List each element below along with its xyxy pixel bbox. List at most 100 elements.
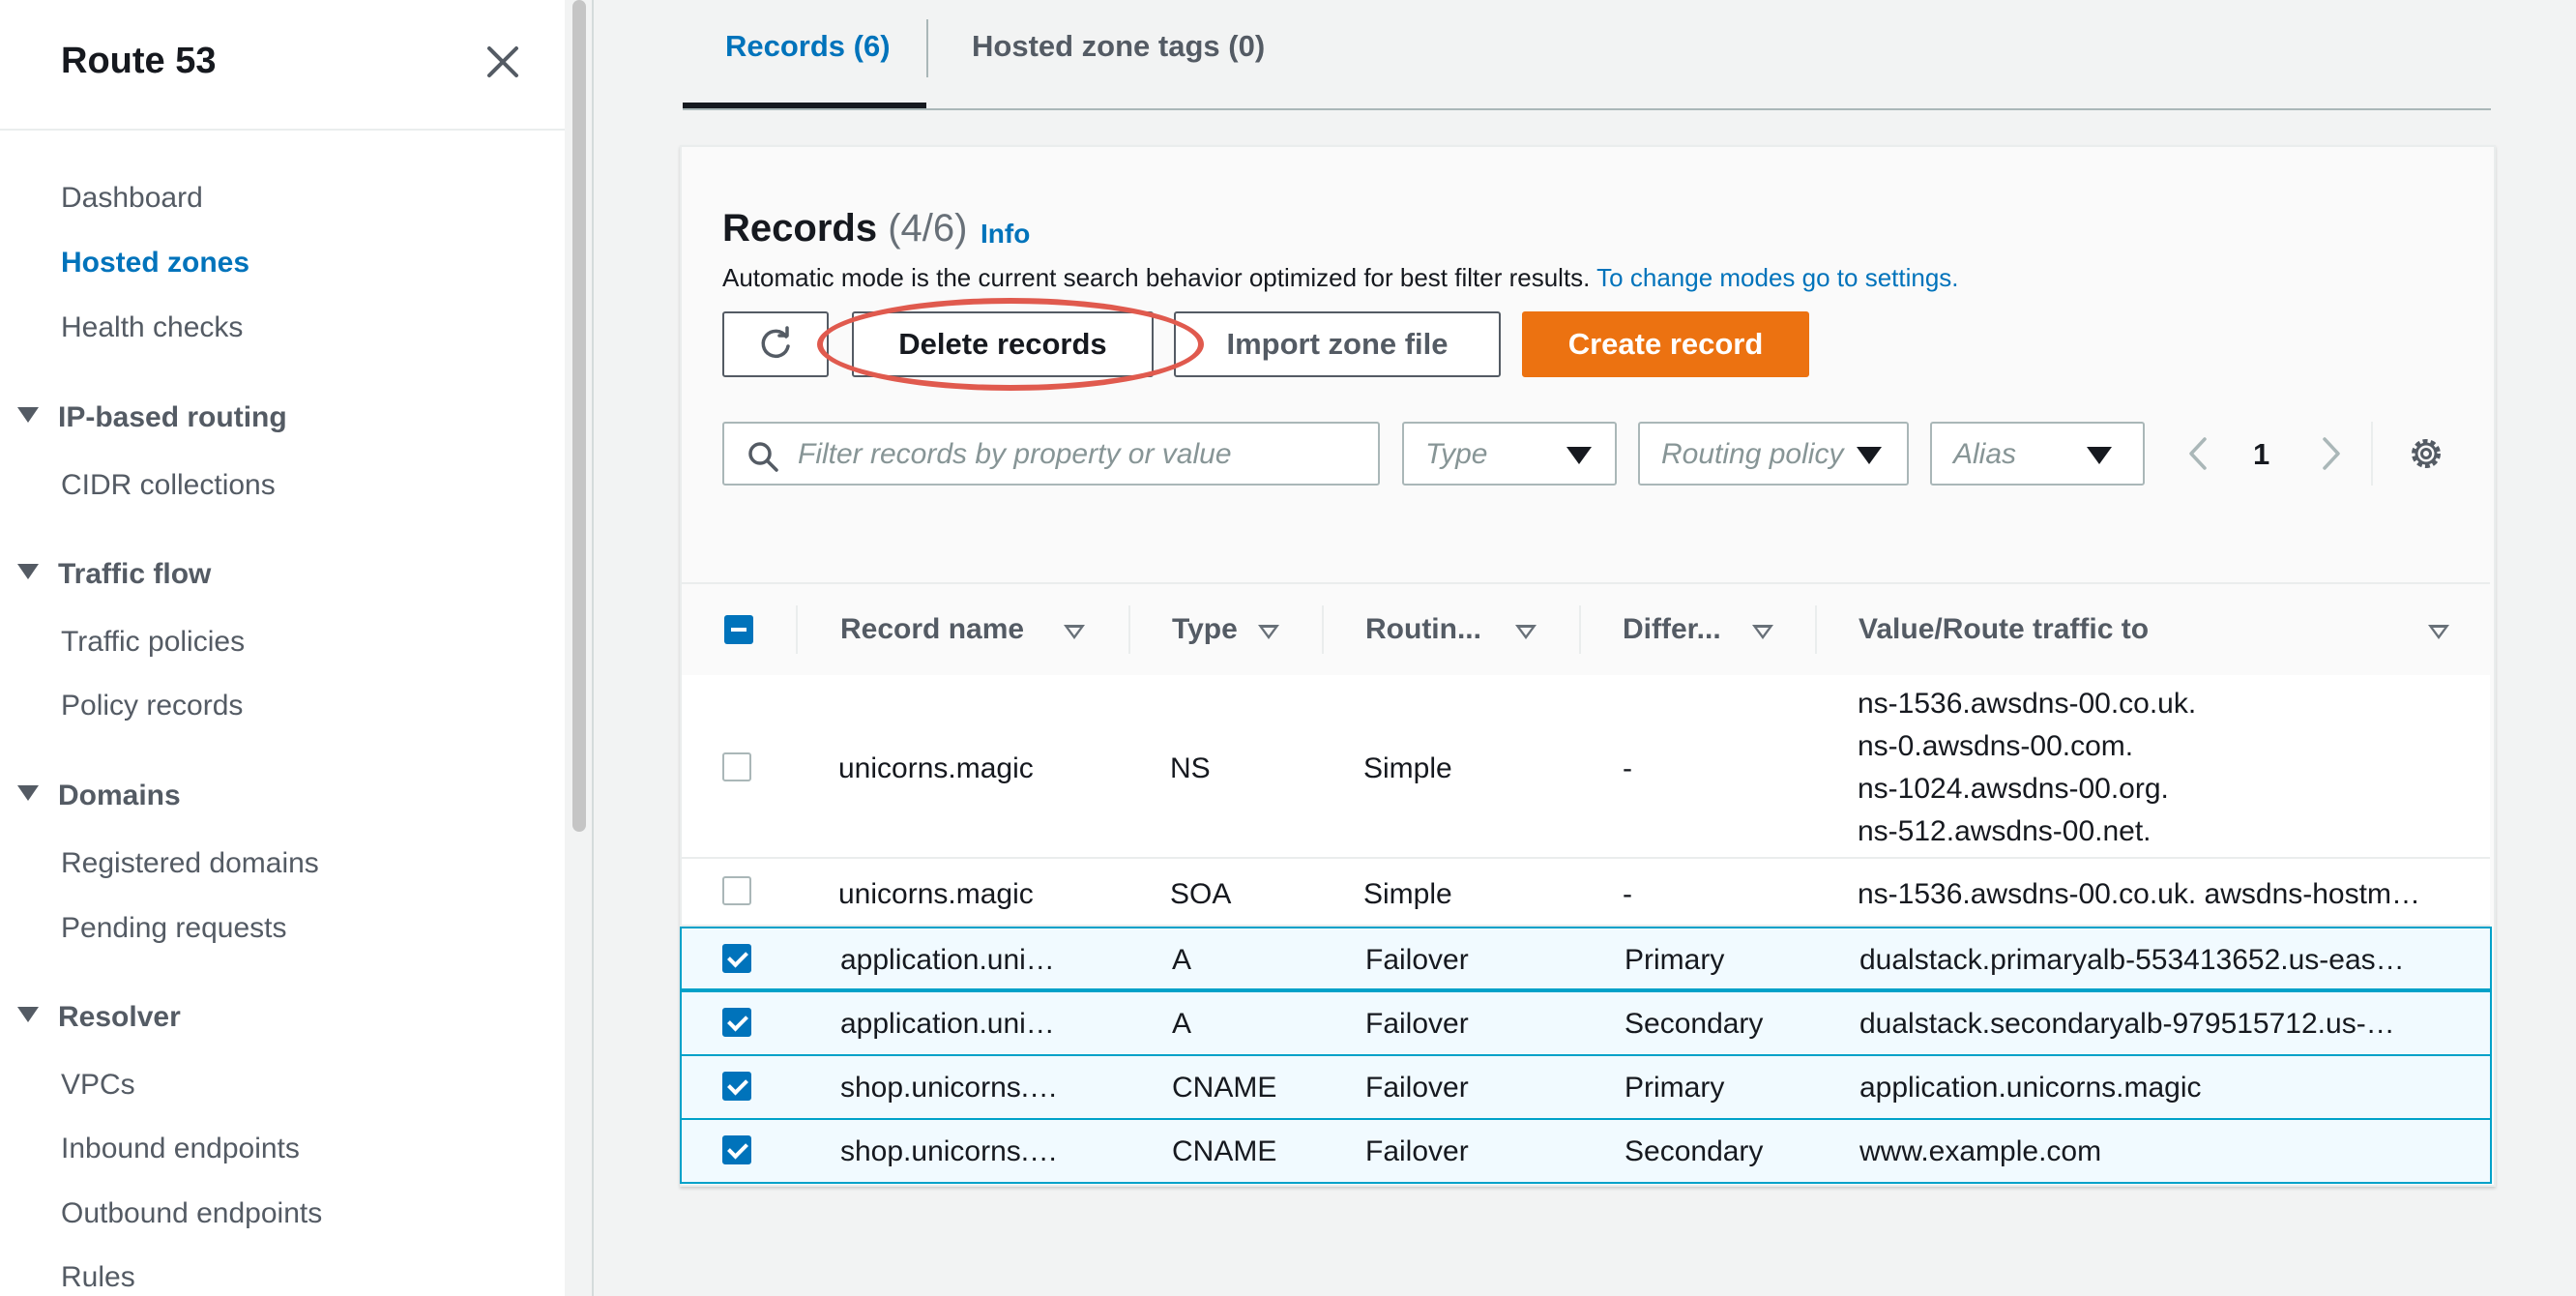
sidebar-section-ip-routing[interactable]: IP-based routing <box>17 401 287 434</box>
sidebar-section-traffic-flow[interactable]: Traffic flow <box>17 558 211 591</box>
sidebar-item-pending-requests[interactable]: Pending requests <box>61 912 287 945</box>
routing-policy-filter-select[interactable]: Routing policy <box>1638 422 1909 486</box>
column-separator <box>1322 605 1324 654</box>
type-filter-select[interactable]: Type <box>1402 422 1617 486</box>
table-row[interactable]: application.uni… A Failover Primary dual… <box>680 927 2492 990</box>
type-cell: A <box>1172 944 1192 976</box>
search-input[interactable] <box>796 433 1370 476</box>
column-header-record-name[interactable]: Record name <box>840 613 1024 646</box>
sidebar-item-policy-records[interactable]: Policy records <box>61 690 243 722</box>
differ-cell: - <box>1623 752 1632 784</box>
sidebar-scrollbar-thumb[interactable] <box>572 0 586 832</box>
create-record-button[interactable]: Create record <box>1522 311 1809 377</box>
table-row[interactable]: unicorns.magic NS Simple - ns-1536.awsdn… <box>682 675 2490 859</box>
table-row[interactable]: application.uni… A Failover Secondary du… <box>680 990 2492 1056</box>
sidebar-border <box>592 0 594 1296</box>
tab-records[interactable]: Records (6) <box>725 29 891 64</box>
routing-cell: Simple <box>1363 752 1452 784</box>
sort-caret-icon[interactable] <box>1752 625 1773 639</box>
close-icon[interactable] <box>480 39 526 85</box>
sidebar-item-hosted-zones[interactable]: Hosted zones <box>61 247 249 280</box>
sidebar-item-registered-domains[interactable]: Registered domains <box>61 847 319 880</box>
select-all-checkbox[interactable] <box>724 615 753 644</box>
value-cell: dualstack.secondaryalb-979515712.us-… <box>1859 1008 2395 1040</box>
differ-cell: Secondary <box>1625 1008 1764 1040</box>
records-count: (4/6) <box>888 207 968 250</box>
tab-separator <box>926 19 928 77</box>
row-checkbox[interactable] <box>722 1135 751 1164</box>
sidebar-section-domains[interactable]: Domains <box>17 780 181 812</box>
delete-records-button[interactable]: Delete records <box>852 311 1154 377</box>
alias-filter-select[interactable]: Alias <box>1930 422 2145 486</box>
search-mode-description: Automatic mode is the current search beh… <box>722 263 1959 293</box>
sort-caret-icon[interactable] <box>1064 625 1085 639</box>
sidebar-item-dashboard[interactable]: Dashboard <box>61 182 203 215</box>
record-name-cell: shop.unicorns.… <box>840 1135 1059 1167</box>
type-cell: A <box>1172 1008 1192 1040</box>
column-separator <box>1815 605 1817 654</box>
section-label: Traffic flow <box>58 558 212 590</box>
chevron-right-icon[interactable] <box>2311 431 2350 476</box>
sidebar-item-inbound-endpoints[interactable]: Inbound endpoints <box>61 1133 300 1165</box>
refresh-button[interactable] <box>722 311 829 377</box>
alias-select-placeholder: Alias <box>1953 438 2017 470</box>
table-row[interactable]: shop.unicorns.… CNAME Failover Primary a… <box>680 1054 2492 1120</box>
section-label: Domains <box>58 780 181 811</box>
row-checkbox[interactable] <box>722 752 751 781</box>
chevron-left-icon[interactable] <box>2180 431 2218 476</box>
gear-icon[interactable] <box>2406 433 2446 474</box>
sidebar-item-rules[interactable]: Rules <box>61 1261 135 1294</box>
sidebar-item-traffic-policies[interactable]: Traffic policies <box>61 626 245 659</box>
import-zone-file-button[interactable]: Import zone file <box>1174 311 1501 377</box>
settings-link[interactable]: To change modes go to settings. <box>1596 263 1958 292</box>
sidebar-item-cidr-collections[interactable]: CIDR collections <box>61 469 276 502</box>
tabs-baseline <box>683 108 2491 110</box>
routing-cell: Simple <box>1363 878 1452 910</box>
record-name-cell: application.uni… <box>840 1008 1055 1040</box>
row-checkbox[interactable] <box>722 876 751 905</box>
column-header-differ[interactable]: Differ... <box>1623 613 1721 646</box>
caret-down-icon <box>1566 447 1592 464</box>
routing-cell: Failover <box>1365 1008 1469 1040</box>
filter-search-box[interactable] <box>722 422 1380 486</box>
value-cell: ns-1536.awsdns-00.co.uk. awsdns-hostm… <box>1858 878 2420 910</box>
type-select-placeholder: Type <box>1425 438 1488 470</box>
type-cell: CNAME <box>1172 1072 1277 1104</box>
record-name-cell: shop.unicorns.… <box>840 1072 1059 1104</box>
sidebar-item-vpcs[interactable]: VPCs <box>61 1069 135 1102</box>
column-header-type[interactable]: Type <box>1172 613 1238 646</box>
sort-caret-icon[interactable] <box>1258 625 1279 639</box>
column-header-routing[interactable]: Routin... <box>1365 613 1481 646</box>
value-cell: dualstack.primaryalb-553413652.us-eas… <box>1859 944 2405 976</box>
records-heading: Records (4/6) <box>722 207 967 250</box>
sidebar-item-outbound-endpoints[interactable]: Outbound endpoints <box>61 1197 322 1230</box>
type-cell: CNAME <box>1172 1135 1277 1167</box>
column-separator <box>1579 605 1581 654</box>
value-cell: ns-1536.awsdns-00.co.uk. ns-0.awsdns-00.… <box>1858 688 2197 847</box>
value-cell: application.unicorns.magic <box>1859 1072 2202 1104</box>
record-name-cell: unicorns.magic <box>838 752 1034 784</box>
differ-cell: Primary <box>1625 1072 1725 1104</box>
active-tab-underline <box>683 103 926 108</box>
record-name-cell: unicorns.magic <box>838 878 1034 910</box>
row-checkbox[interactable] <box>722 1072 751 1101</box>
info-link[interactable]: Info <box>981 219 1030 250</box>
sort-caret-icon[interactable] <box>1515 625 1537 639</box>
sidebar-section-resolver[interactable]: Resolver <box>17 1001 181 1034</box>
sort-caret-icon[interactable] <box>2428 625 2449 639</box>
table-row[interactable]: shop.unicorns.… CNAME Failover Secondary… <box>680 1118 2492 1184</box>
description-text: Automatic mode is the current search beh… <box>722 263 1591 292</box>
column-separator <box>1128 605 1130 654</box>
tab-hosted-zone-tags[interactable]: Hosted zone tags (0) <box>972 29 1265 64</box>
table-row[interactable]: unicorns.magic SOA Simple - ns-1536.awsd… <box>682 859 2490 927</box>
row-checkbox[interactable] <box>722 944 751 973</box>
sidebar-title: Route 53 <box>61 41 217 81</box>
row-checkbox[interactable] <box>722 1008 751 1037</box>
records-title: Records <box>722 207 878 250</box>
collapse-triangle-icon <box>17 564 39 579</box>
sidebar-item-health-checks[interactable]: Health checks <box>61 311 243 344</box>
caret-down-icon <box>2087 447 2112 464</box>
page-number[interactable]: 1 <box>2253 437 2269 472</box>
routing-cell: Failover <box>1365 1072 1469 1104</box>
column-header-value[interactable]: Value/Route traffic to <box>1859 613 2149 646</box>
